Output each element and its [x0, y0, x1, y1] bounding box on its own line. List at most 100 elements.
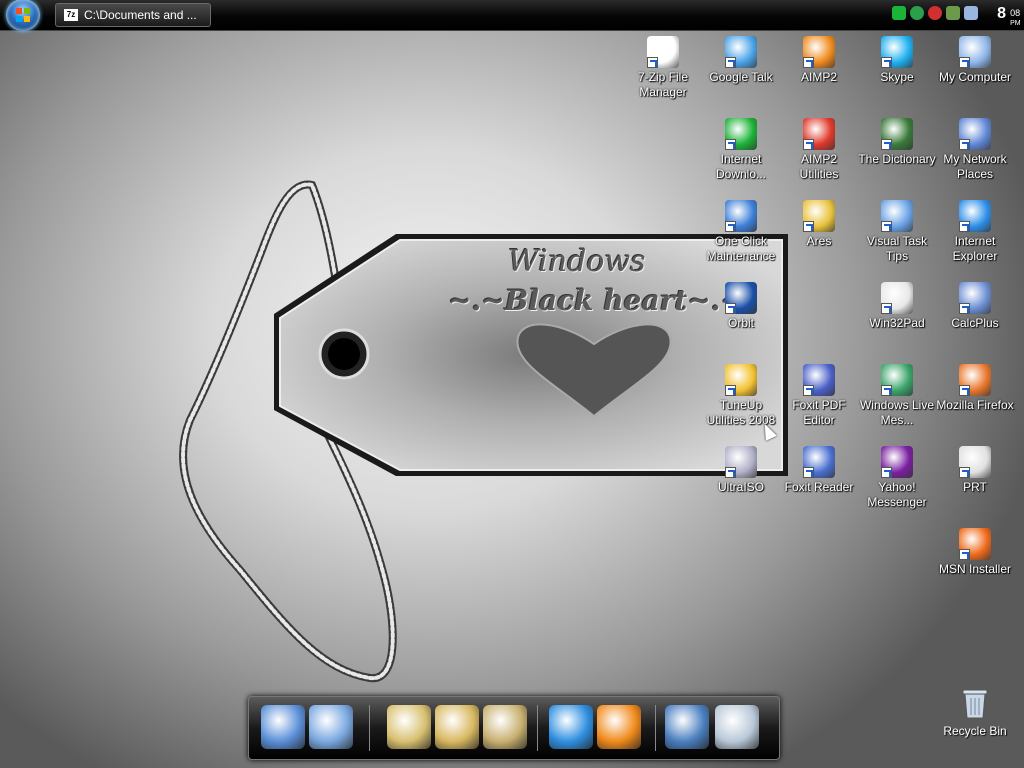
shortcut-arrow-icon	[881, 139, 892, 150]
desktop-icon-label: Win32Pad	[869, 316, 925, 330]
shortcut-arrow-icon	[959, 57, 970, 68]
dock-globe-icon[interactable]	[549, 705, 593, 749]
desktop-icon-label: Windows Live Mes...	[859, 398, 935, 427]
shortcut-arrow-icon	[725, 467, 736, 478]
shortcut-arrow-icon	[959, 303, 970, 314]
google-talk-icon	[725, 36, 757, 68]
shortcut-arrow-icon	[725, 385, 736, 396]
desktop-icon-foxit-editor[interactable]: Foxit PDF Editor	[780, 364, 858, 428]
desktop-icon-label: Visual Task Tips	[866, 234, 928, 263]
desktop-icon-label: The Dictionary	[858, 152, 936, 166]
recycle-bin-label: Recycle Bin	[943, 724, 1007, 738]
calculator-icon	[959, 282, 991, 314]
desktop-icon-calculator[interactable]: CalcPlus	[936, 282, 1014, 331]
shortcut-arrow-icon	[725, 139, 736, 150]
desktop-icon-label: My Network Places	[943, 152, 1007, 181]
desktop-icon-label: Internet Explorer	[952, 234, 998, 263]
tuneup-icon	[725, 364, 757, 396]
shortcut-arrow-icon	[881, 467, 892, 478]
desktop-icon-label: One Click Maintenance	[706, 234, 776, 263]
ares-icon	[803, 200, 835, 232]
desktop-icon-yahoo[interactable]: Yahoo! Messenger	[858, 446, 936, 510]
dock-control-panel-icon[interactable]	[309, 705, 353, 749]
dock	[248, 696, 780, 760]
shortcut-arrow-icon	[881, 57, 892, 68]
desktop-icon-firefox[interactable]: Mozilla Firefox	[936, 364, 1014, 413]
desktop-icon-ares[interactable]: Ares	[780, 200, 858, 249]
desktop-icon-orbit[interactable]: Orbit	[702, 282, 780, 331]
shortcut-arrow-icon	[725, 221, 736, 232]
desktop-icon-computer[interactable]: My Computer	[936, 36, 1014, 85]
dock-separator	[537, 705, 538, 751]
desktop-icon-label: Mozilla Firefox	[936, 398, 1014, 412]
desktop-icon-ie[interactable]: Internet Explorer	[936, 200, 1014, 264]
desktop-icon-label: Foxit PDF Editor	[792, 398, 846, 427]
desktop-icon-messenger[interactable]: Windows Live Mes...	[858, 364, 936, 428]
desktop-icon-notepad[interactable]: Win32Pad	[858, 282, 936, 331]
wallpaper-title-line2: ~.~Black heart~.~	[448, 284, 744, 317]
desktop-icon-tuneup[interactable]: TuneUp Utilities 2008	[702, 364, 780, 428]
foxit-editor-icon	[803, 364, 835, 396]
shortcut-arrow-icon	[803, 467, 814, 478]
desktop-icon-7zip[interactable]: 7-Zip File Manager	[624, 36, 702, 100]
desktop-icon-idm[interactable]: Internet Downlo...	[702, 118, 780, 182]
desktop-icon-label: Internet Downlo...	[715, 152, 767, 181]
desktop-icon-label: MSN Installer	[938, 562, 1012, 576]
firefox-icon	[959, 364, 991, 396]
dock-pictures-folder-icon[interactable]	[435, 705, 479, 749]
dock-separator	[655, 705, 656, 751]
desktop-icon-prt[interactable]: PRT	[936, 446, 1014, 495]
shortcut-arrow-icon	[725, 57, 736, 68]
desktop-icon-maintenance[interactable]: One Click Maintenance	[702, 200, 780, 264]
shortcut-arrow-icon	[647, 57, 658, 68]
dock-settings-gears-icon[interactable]	[665, 705, 709, 749]
shortcut-arrow-icon	[881, 385, 892, 396]
idm-icon	[725, 118, 757, 150]
desktop-icon-task-tips[interactable]: Visual Task Tips	[858, 200, 936, 264]
desktop-icon-aimp-utilities[interactable]: AIMP2 Utilities	[780, 118, 858, 182]
desktop-icon-foxit-reader[interactable]: Foxit Reader	[780, 446, 858, 495]
desktop-icon-label: Ares	[806, 234, 832, 248]
skype-icon	[881, 36, 913, 68]
task-tips-icon	[881, 200, 913, 232]
shortcut-arrow-icon	[881, 303, 892, 314]
dictionary-icon	[881, 118, 913, 150]
dock-trash-icon[interactable]	[715, 705, 759, 749]
dock-folder-icon[interactable]	[387, 705, 431, 749]
shortcut-arrow-icon	[959, 549, 970, 560]
desktop-icon-label: UltraISO	[717, 480, 764, 494]
shortcut-arrow-icon	[803, 385, 814, 396]
desktop-icon-label: AIMP2	[800, 70, 837, 84]
desktop-icon-network[interactable]: My Network Places	[936, 118, 1014, 182]
shortcut-arrow-icon	[725, 303, 736, 314]
desktop-icon-skype[interactable]: Skype	[858, 36, 936, 85]
foxit-reader-icon	[803, 446, 835, 478]
desktop-icon-label: Foxit Reader	[784, 480, 854, 494]
notepad-icon	[881, 282, 913, 314]
aimp-icon	[803, 36, 835, 68]
shortcut-arrow-icon	[959, 221, 970, 232]
dock-computer-icon[interactable]	[261, 705, 305, 749]
desktop-icon-label: Yahoo! Messenger	[867, 480, 927, 509]
desktop-icon-recycle-bin[interactable]: Recycle Bin	[935, 686, 1015, 738]
prt-icon	[959, 446, 991, 478]
shortcut-arrow-icon	[803, 221, 814, 232]
shortcut-arrow-icon	[803, 139, 814, 150]
desktop-icon-label: PRT	[963, 480, 987, 494]
dock-music-folder-icon[interactable]	[483, 705, 527, 749]
desktop-icon-label: Google Talk	[709, 70, 773, 84]
computer-icon	[959, 36, 991, 68]
ie-icon	[959, 200, 991, 232]
desktop-icon-google-talk[interactable]: Google Talk	[702, 36, 780, 85]
aimp-utilities-icon	[803, 118, 835, 150]
orbit-icon	[725, 282, 757, 314]
desktop-icon-label: Skype	[880, 70, 914, 84]
desktop-icon-aimp[interactable]: AIMP2	[780, 36, 858, 85]
desktop-icon-ultraiso[interactable]: UltraISO	[702, 446, 780, 495]
desktop-icon-dictionary[interactable]: The Dictionary	[858, 118, 936, 167]
desktop-icon-msn[interactable]: MSN Installer	[936, 528, 1014, 577]
dock-media-player-icon[interactable]	[597, 705, 641, 749]
wallpaper-title-line1: Windows	[508, 244, 646, 279]
shortcut-arrow-icon	[959, 385, 970, 396]
desktop-icon-label: CalcPlus	[951, 316, 999, 330]
